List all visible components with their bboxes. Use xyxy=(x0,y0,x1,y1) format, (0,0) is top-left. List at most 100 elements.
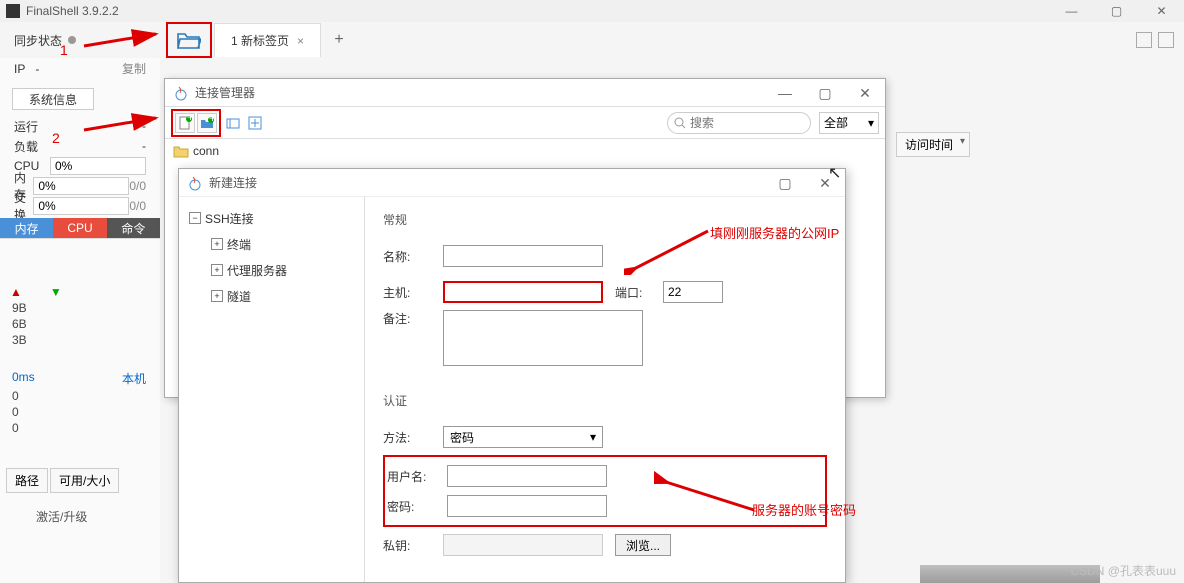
add-tab-button[interactable]: + xyxy=(325,26,353,54)
mini-tab-mem[interactable]: 内存 xyxy=(0,218,53,238)
tree-tunnel[interactable]: +隧道 xyxy=(183,283,360,309)
annotation-arrow-2 xyxy=(84,108,164,139)
load-row: 负载- xyxy=(0,136,160,156)
name-input[interactable] xyxy=(443,245,603,267)
mgr-maximize-button[interactable]: ▢ xyxy=(805,79,845,107)
arrow-up-icon: ▲ xyxy=(10,285,22,299)
name-label: 名称: xyxy=(383,248,431,265)
java-icon xyxy=(173,85,189,101)
system-info-button[interactable]: 系统信息 xyxy=(12,88,94,110)
connection-form: 常规 名称: 主机: 端口: 备注: 认证 方法: 密码▾ xyxy=(365,197,845,582)
chevron-down-icon: ▾ xyxy=(590,430,596,444)
key-label: 私钥: xyxy=(383,537,431,554)
mgr-toolbar: + + 全部▾ xyxy=(165,107,885,139)
file-list-header: 路径 可用/大小 xyxy=(6,468,119,493)
grid-view-icon[interactable] xyxy=(1136,32,1152,48)
tab-label: 1 新标签页 xyxy=(231,32,289,49)
mgr-titlebar[interactable]: 连接管理器 — ▢ ✕ xyxy=(165,79,885,107)
user-input[interactable] xyxy=(447,465,607,487)
new-connection-group: + + xyxy=(171,109,221,137)
sync-dot-icon xyxy=(68,36,76,44)
browse-button[interactable]: 浏览... xyxy=(615,534,671,556)
tab-new[interactable]: 1 新标签页 × xyxy=(214,23,321,57)
chart-y-labels: 9B 6B 3B xyxy=(12,300,27,348)
annotation-arrow-ip xyxy=(624,225,714,278)
port-label: 端口: xyxy=(615,284,651,301)
app-title: FinalShell 3.9.2.2 xyxy=(26,4,119,18)
folder-icon xyxy=(173,144,189,158)
new-file-icon[interactable]: + xyxy=(175,113,195,133)
tree-proxy[interactable]: +代理服务器 xyxy=(183,257,360,283)
net-arrows: ▲ ▼ xyxy=(10,285,62,299)
tab-bar: 同步状态 1 新标签页 × + xyxy=(0,22,1184,58)
watermark: CSDN @孔表表uuu xyxy=(1070,562,1176,579)
col-avail[interactable]: 可用/大小 xyxy=(50,468,119,493)
user-label: 用户名: xyxy=(387,468,435,485)
mgr-tree-item-conn[interactable]: conn xyxy=(165,139,885,163)
key-input[interactable] xyxy=(443,534,603,556)
annotation-arrow-cred xyxy=(654,470,764,523)
col-visit-time[interactable]: 访问时间 xyxy=(896,132,970,157)
search-input[interactable] xyxy=(690,116,790,130)
annotation-arrow-1 xyxy=(84,24,164,55)
section-auth: 认证 xyxy=(383,392,827,409)
expand-icon[interactable]: + xyxy=(211,290,223,302)
tree-ssh[interactable]: −SSH连接 xyxy=(183,205,360,231)
connection-manager-button[interactable] xyxy=(166,22,212,58)
swap-row: 交换0/0 xyxy=(0,196,160,216)
latency-value: 0ms xyxy=(12,370,35,387)
expand-icon[interactable]: + xyxy=(211,264,223,276)
newconn-maximize-button[interactable]: ▢ xyxy=(765,169,805,197)
mem-input[interactable] xyxy=(33,177,129,195)
newconn-title: 新建连接 xyxy=(209,174,257,191)
pass-input[interactable] xyxy=(447,495,607,517)
minimize-button[interactable]: — xyxy=(1049,0,1094,22)
tab-close-icon[interactable]: × xyxy=(297,34,304,48)
tool-icon-4[interactable] xyxy=(245,113,265,133)
mini-tab-buttons: 内存 CPU 命令 xyxy=(0,218,160,238)
mgr-title: 连接管理器 xyxy=(195,84,255,101)
col-path[interactable]: 路径 xyxy=(6,468,48,493)
latency-row: 0ms 本机 xyxy=(4,370,154,387)
expand-icon[interactable]: + xyxy=(211,238,223,250)
search-box[interactable] xyxy=(667,112,811,134)
list-view-icon[interactable] xyxy=(1158,32,1174,48)
pass-label: 密码: xyxy=(387,498,435,515)
tool-icon-3[interactable] xyxy=(223,113,243,133)
port-input[interactable] xyxy=(663,281,723,303)
mgr-minimize-button[interactable]: — xyxy=(765,79,805,107)
annotation-text-ip: 填刚刚服务器的公网IP xyxy=(710,223,839,242)
svg-text:+: + xyxy=(187,116,192,124)
copy-label[interactable]: 复制 xyxy=(122,60,146,77)
new-folder-icon[interactable]: + xyxy=(197,113,217,133)
view-mode-icons xyxy=(1136,32,1174,48)
filter-select[interactable]: 全部▾ xyxy=(819,112,879,134)
window-controls: — ▢ ✕ xyxy=(1049,0,1184,22)
app-icon xyxy=(6,4,20,18)
newconn-titlebar[interactable]: 新建连接 ▢ ✕ xyxy=(179,169,845,197)
java-icon xyxy=(187,175,203,191)
mini-tab-cmd[interactable]: 命令 xyxy=(107,218,160,238)
activate-link[interactable]: 激活/升级 xyxy=(36,508,87,525)
method-label: 方法: xyxy=(383,429,431,446)
annotation-number-2: 2 xyxy=(52,130,60,146)
remark-label: 备注: xyxy=(383,310,431,327)
annotation-number-1: 1 xyxy=(60,42,68,58)
host-label: 主机: xyxy=(383,284,431,301)
tree-terminal[interactable]: +终端 xyxy=(183,231,360,257)
maximize-button[interactable]: ▢ xyxy=(1094,0,1139,22)
cursor-icon: ↖ xyxy=(828,163,841,183)
mini-tab-cpu[interactable]: CPU xyxy=(53,218,106,238)
close-button[interactable]: ✕ xyxy=(1139,0,1184,22)
method-select[interactable]: 密码▾ xyxy=(443,426,603,448)
cpu-input[interactable] xyxy=(50,157,146,175)
remark-input[interactable] xyxy=(443,310,643,366)
mgr-close-button[interactable]: ✕ xyxy=(845,79,885,107)
ip-row: IP - 复制 xyxy=(0,58,160,80)
host-input[interactable] xyxy=(443,281,603,303)
collapse-icon[interactable]: − xyxy=(189,212,201,224)
annotation-text-cred: 服务器的账号密码 xyxy=(752,500,856,519)
chevron-down-icon: ▾ xyxy=(868,116,874,130)
search-icon xyxy=(674,117,686,129)
swap-input[interactable] xyxy=(33,197,129,215)
